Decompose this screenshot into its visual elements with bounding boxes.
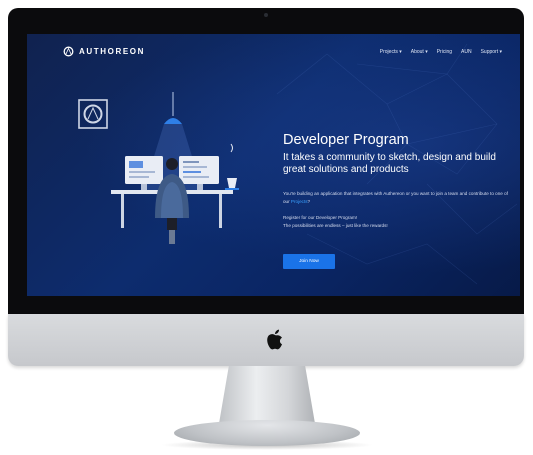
brand-name: AUTHOREON [79, 47, 145, 56]
nav-item-aun[interactable]: AUN [461, 49, 472, 55]
authoreon-logo-icon [63, 46, 74, 57]
nav-item-projects[interactable]: Projects ▾ [380, 49, 402, 55]
register-line-1: Register for our Developer Program! [283, 215, 358, 220]
main-nav: Projects ▾ About ▾ Pricing AUN Support ▾ [380, 49, 502, 55]
hero-subtitle: It takes a community to sketch, design a… [283, 152, 496, 175]
monitor-screen: AUTHOREON Projects ▾ About ▾ Pricing AUN… [27, 34, 520, 296]
nav-item-about[interactable]: About ▾ [411, 49, 428, 55]
nav-item-pricing[interactable]: Pricing [437, 49, 452, 55]
developer-at-desk-illustration [78, 92, 239, 244]
join-now-button[interactable]: Join Now [283, 254, 335, 269]
register-line-2: The possibilities are endless – just lik… [283, 222, 388, 228]
apple-logo-icon [267, 329, 282, 350]
coffee-cup-icon [225, 143, 239, 190]
projects-link[interactable]: Projects [291, 199, 308, 204]
monitor-stand-base [174, 420, 360, 446]
hero-section: Developer Program It takes a community t… [283, 132, 511, 269]
monitor-stand [218, 366, 316, 428]
left-monitor [125, 156, 163, 184]
brand[interactable]: AUTHOREON [63, 46, 145, 57]
hero-paragraph-register: Register for our Developer Program! The p… [283, 214, 511, 229]
camera-icon [264, 13, 268, 17]
intro-text: You're building an application that inte… [283, 191, 508, 204]
right-monitor [179, 156, 219, 184]
hero-title: Developer Program [283, 132, 409, 148]
hero-paragraph-intro: You're building an application that inte… [283, 190, 511, 205]
intro-end: ? [307, 198, 311, 204]
nav-item-support[interactable]: Support ▾ [481, 49, 502, 55]
wall-frame-logo [78, 99, 108, 129]
